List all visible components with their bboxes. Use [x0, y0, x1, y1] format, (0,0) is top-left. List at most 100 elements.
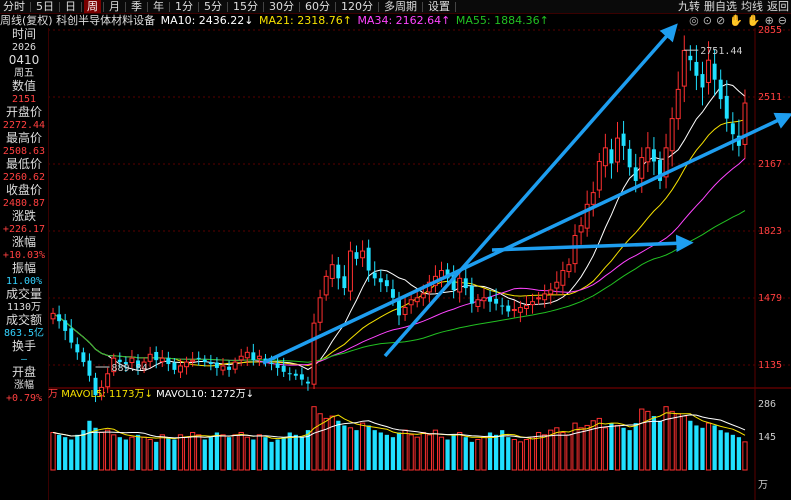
period-tab-1[interactable]: 5日: [33, 0, 57, 13]
separator: [30, 2, 31, 12]
volume-bar: [56, 434, 62, 470]
volume-bar: [675, 413, 681, 471]
candle-body: [244, 351, 250, 359]
volume-bar: [135, 434, 141, 470]
ma-line-ma34: [52, 157, 746, 366]
period-tab-12[interactable]: 120分: [338, 0, 376, 13]
separator: [59, 2, 60, 12]
candle-body: [572, 234, 578, 265]
period-toolbar: 分时 5日日周月季年 1分 5分 15分 30分 60分 120分 多周期 设置: [0, 0, 791, 14]
candle-body: [159, 357, 165, 363]
volume-bar: [560, 431, 566, 471]
candle-body: [342, 276, 347, 289]
period-tab-0[interactable]: 分时: [0, 0, 28, 13]
period-tab-4[interactable]: 月: [106, 0, 123, 13]
period-tab-3[interactable]: 周: [84, 0, 101, 13]
chart-control-icon-6[interactable]: ⊖: [778, 14, 787, 27]
volume-bar: [517, 441, 524, 471]
candle-body: [184, 361, 190, 368]
chart-control-icon-5[interactable]: ⊕: [765, 14, 774, 27]
volume-bar: [469, 441, 474, 470]
volume-bars: 286 145 万: [50, 399, 776, 491]
volume-bar: [87, 420, 92, 470]
toolbar-right-item-2[interactable]: 均线: [739, 0, 765, 13]
candle-body: [69, 328, 74, 343]
candle-body: [675, 88, 681, 120]
period-tab-6[interactable]: 年: [150, 0, 167, 13]
period-tab-9[interactable]: 15分: [230, 0, 261, 13]
candle-body: [408, 299, 414, 306]
chart-control-icon-4[interactable]: ✋: [747, 14, 761, 27]
candle-body: [336, 264, 341, 279]
sidebar-label-13: 开盘: [11, 365, 36, 379]
volume-bar: [214, 432, 220, 470]
toolbar-right-item-0[interactable]: 九转: [676, 0, 702, 13]
candle-body: [366, 247, 371, 271]
period-tab-5[interactable]: 季: [128, 0, 145, 13]
volume-bar: [226, 437, 232, 470]
volume-bar: [451, 434, 456, 470]
candle-body: [293, 373, 298, 376]
candle-body: [488, 296, 493, 302]
volume-bar: [372, 430, 377, 470]
candle-body: [227, 366, 232, 370]
period-tab-7[interactable]: 1分: [172, 0, 196, 13]
volume-bar: [475, 439, 481, 471]
period-tab-13[interactable]: 多周期: [381, 0, 420, 13]
volume-bar: [390, 437, 396, 470]
volume-bar: [633, 423, 638, 470]
volume-bar: [736, 437, 742, 470]
chart-control-icon-2[interactable]: ⊘: [716, 14, 725, 27]
period-tab-2[interactable]: 日: [62, 0, 79, 13]
volume-bar: [554, 427, 560, 471]
separator: [198, 2, 199, 12]
volume-bar: [281, 437, 286, 470]
candle-body: [724, 95, 729, 119]
volume-bar: [420, 431, 426, 471]
candle-body: [639, 157, 645, 179]
candle-body: [457, 277, 463, 293]
chart-control-icon-0[interactable]: ◎: [689, 14, 699, 27]
volume-bar: [81, 430, 86, 470]
period-tab-10[interactable]: 30分: [266, 0, 297, 13]
indicator-info-bar: 周线(复权) 科创半导体材料设备 MA10: 2436.22↓ MA21: 23…: [0, 14, 791, 28]
volume-tick-label: 145: [758, 432, 776, 443]
volume-tick-label: 286: [758, 399, 776, 410]
volume-bar: [463, 437, 468, 470]
period-tab-8[interactable]: 5分: [201, 0, 225, 13]
volume-bar: [718, 430, 723, 470]
toolbar-right-item-3[interactable]: 返回: [765, 0, 791, 13]
volume-bar: [98, 431, 105, 471]
volume-bar: [566, 434, 572, 471]
kline-chart[interactable]: 285525112167182314791135 286145万 2751.44…: [0, 0, 791, 500]
period-tab-14[interactable]: 设置: [425, 0, 453, 13]
separator: [299, 2, 300, 12]
separator: [125, 2, 126, 12]
volume-info-bar: 万 MAVOL5: 1173万↓ MAVOL10: 1272万↓: [48, 389, 254, 401]
candle-body: [700, 74, 705, 88]
volume-bar: [402, 429, 408, 471]
volume-bar: [63, 437, 68, 470]
volume-bar: [523, 439, 530, 471]
chart-control-icon-1[interactable]: ⊙: [703, 14, 712, 27]
candle-body: [75, 344, 80, 353]
sidebar-label-8: 涨幅: [11, 235, 36, 249]
toolbar-right-item-1[interactable]: 删自选: [702, 0, 739, 13]
candle-body: [475, 299, 481, 307]
separator: [263, 2, 264, 12]
candle-body: [633, 167, 638, 181]
candle-body: [50, 312, 56, 320]
separator: [227, 2, 228, 12]
volume-bar: [657, 420, 663, 470]
candle-body: [621, 133, 626, 146]
separator: [455, 2, 456, 12]
chart-control-icon-3[interactable]: ✋: [729, 14, 743, 27]
candle-body: [172, 362, 177, 370]
sidebar-label-9: 振幅: [11, 261, 36, 275]
candle-body: [384, 280, 389, 287]
period-tab-11[interactable]: 60分: [302, 0, 333, 13]
separator: [147, 2, 148, 12]
candle-body: [147, 353, 153, 362]
candle-body: [117, 359, 122, 363]
volume-bar: [487, 432, 493, 470]
